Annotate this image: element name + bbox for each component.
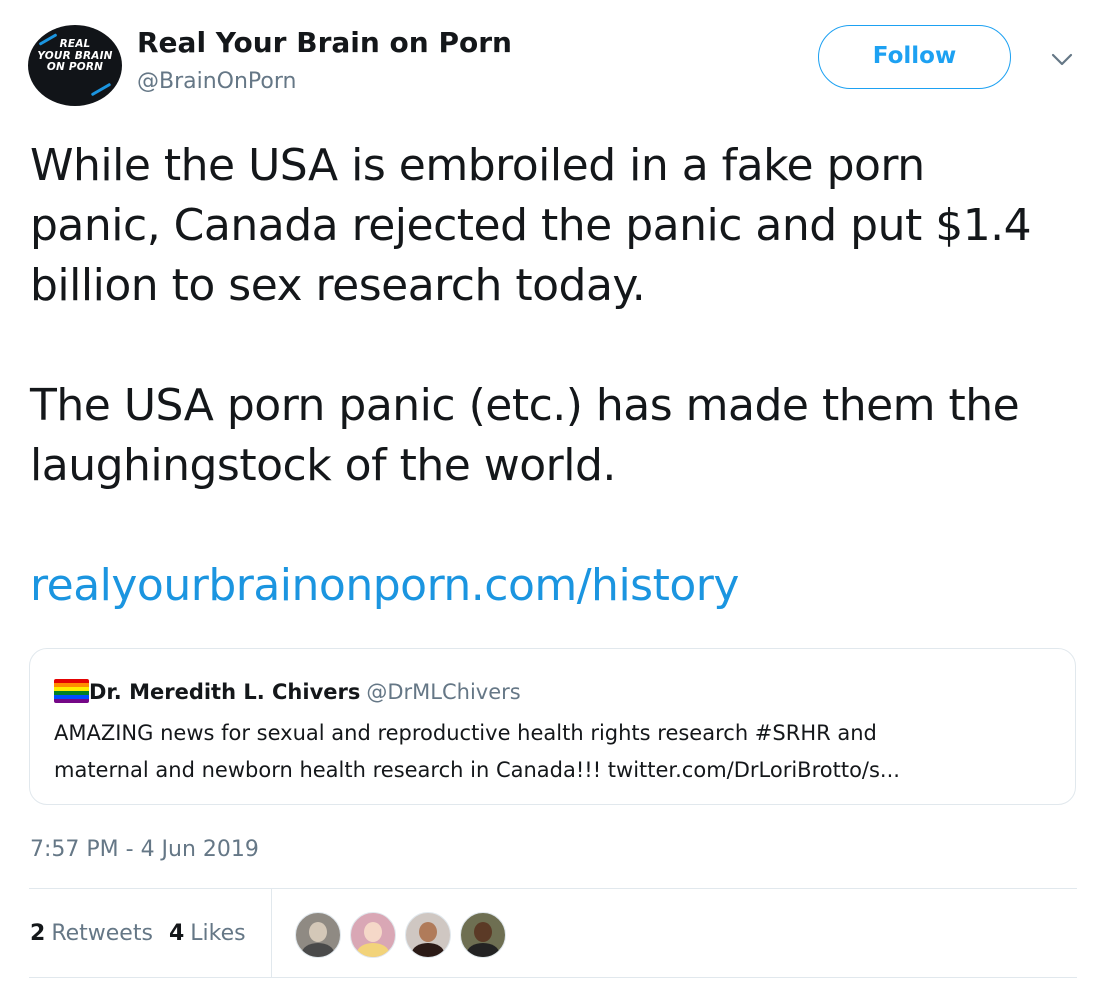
quoted-tweet-header: Dr. Meredith L. Chivers @DrMLChivers	[54, 677, 521, 707]
quoted-tweet-line: AMAZING news for sexual and reproductive…	[54, 721, 877, 745]
tweet-text-line: laughingstock of the world.	[30, 440, 616, 491]
tweet-text-line: billion to sex research today.	[30, 260, 646, 311]
retweets-label: Retweets	[51, 921, 153, 946]
quoted-author-handle[interactable]: @DrMLChivers	[366, 680, 520, 704]
liker-avatar[interactable]	[460, 912, 506, 958]
liker-avatar[interactable]	[405, 912, 451, 958]
tweet-text: While the USA is embroiled in a fake por…	[30, 136, 1080, 496]
divider	[29, 977, 1077, 978]
liker-avatars	[295, 912, 515, 958]
liker-avatar[interactable]	[295, 912, 341, 958]
author-name[interactable]: Real Your Brain on Porn	[137, 26, 512, 60]
tweet-text-line: The USA porn panic (etc.) has made them …	[30, 380, 1020, 431]
retweets-count: 2	[30, 921, 46, 946]
follow-button[interactable]: Follow	[818, 25, 1011, 89]
tweet-link[interactable]: realyourbrainonporn.com/history	[30, 556, 739, 616]
avatar-shoulders	[302, 943, 334, 957]
avatar-logo-text: REAL YOUR BRAIN ON PORN	[28, 38, 122, 74]
tweet-text-line: panic, Canada rejected the panic and put…	[30, 200, 1032, 251]
author-avatar[interactable]: REAL YOUR BRAIN ON PORN	[28, 25, 122, 106]
likes-stat[interactable]: 4 Likes	[169, 918, 246, 950]
avatar-face	[309, 922, 327, 942]
quoted-tweet-text: AMAZING news for sexual and reproductive…	[54, 715, 1054, 789]
rainbow-flag-icon	[54, 679, 89, 703]
author-handle[interactable]: @BrainOnPorn	[137, 68, 296, 96]
avatar-shoulders	[357, 943, 389, 957]
tweet-stats: 2 Retweets 4 Likes	[30, 918, 262, 950]
quoted-tweet-line: maternal and newborn health research in …	[54, 758, 900, 782]
liker-avatar[interactable]	[350, 912, 396, 958]
avatar-face	[474, 922, 492, 942]
likes-count: 4	[168, 921, 185, 946]
avatar-logo-line: REAL	[59, 38, 91, 50]
retweets-stat[interactable]: 2 Retweets	[30, 918, 153, 950]
tweet-timestamp[interactable]: 7:57 PM - 4 Jun 2019	[30, 835, 259, 865]
quoted-author-name[interactable]: Dr. Meredith L. Chivers	[89, 680, 360, 704]
avatar-logo-line: ON PORN	[46, 61, 104, 73]
avatar-face	[364, 922, 382, 942]
avatar-shoulders	[412, 943, 444, 957]
quoted-tweet-card[interactable]: Dr. Meredith L. Chivers @DrMLChivers AMAZ…	[29, 648, 1076, 805]
chevron-down-icon[interactable]	[1050, 52, 1074, 68]
tweet-text-line: While the USA is embroiled in a fake por…	[30, 140, 925, 191]
divider	[29, 888, 1077, 889]
avatar-shoulders	[467, 943, 499, 957]
likes-label: Likes	[190, 921, 246, 946]
stats-divider	[271, 889, 272, 977]
logo-swoosh	[90, 82, 112, 97]
avatar-face	[419, 922, 437, 942]
tweet-text-line	[30, 316, 1080, 376]
